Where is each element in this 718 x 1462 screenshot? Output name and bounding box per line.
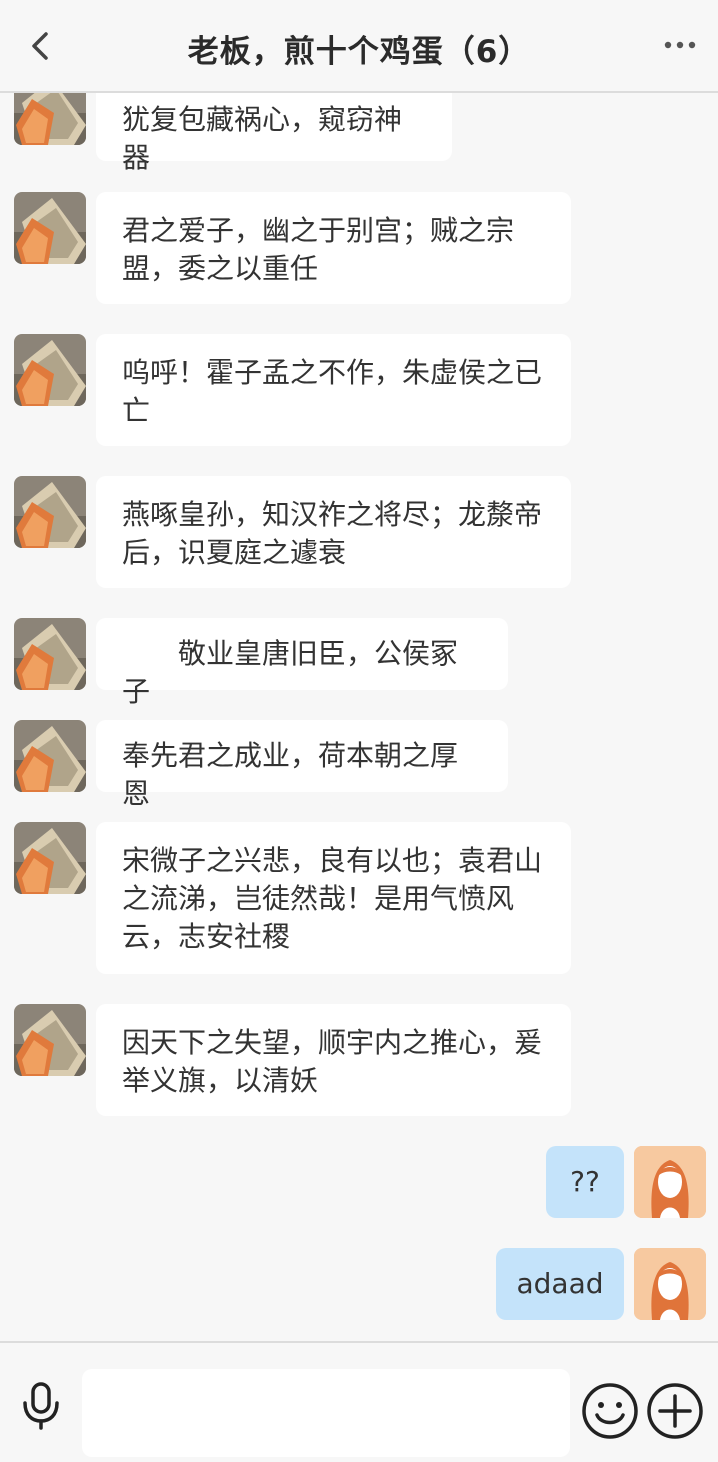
message-row: 燕啄皇孙，知汉祚之将尽；龙漦帝后，识夏庭之遽衰 [0,476,718,588]
message-bubble[interactable]: 燕啄皇孙，知汉祚之将尽；龙漦帝后，识夏庭之遽衰 [96,476,571,588]
message-bubble[interactable]: 奉先君之成业，荷本朝之厚恩 [96,720,508,810]
message-bubble[interactable]: 敬业皇唐旧臣，公侯冢子 [96,618,508,708]
more-actions-button[interactable] [645,1381,705,1441]
sender-photo [14,192,86,264]
message-row: 犹复包藏祸心，窥窃神器 [0,93,718,174]
sender-photo [14,1004,86,1076]
sender-photo [14,618,86,690]
avatar[interactable] [14,192,86,264]
plus-circle-icon [647,1383,703,1439]
message-bubble[interactable]: adaad [496,1248,624,1320]
avatar[interactable] [14,822,86,894]
sender-photo [14,93,86,145]
message-bubble[interactable]: 因天下之失望，顺宇内之推心，爰举义旗，以清妖 [96,1004,571,1116]
sender-photo [14,822,86,894]
message-bubble[interactable]: ?? [546,1146,624,1218]
avatar[interactable] [14,476,86,548]
message-row: 呜呼！霍子孟之不作，朱虚侯之已亡 [0,334,718,446]
message-row: 宋微子之兴悲，良有以也；袁君山之流涕，岂徒然哉！是用气愤风云，志安社稷 [0,822,718,974]
input-bar [0,1341,718,1462]
emoji-button[interactable] [580,1381,640,1441]
avatar[interactable] [14,93,86,145]
avatar[interactable] [634,1248,706,1320]
message-input[interactable] [82,1369,570,1457]
sender-photo [14,720,86,792]
more-button[interactable] [660,30,700,60]
message-bubble[interactable]: 宋微子之兴悲，良有以也；袁君山之流涕，岂徒然哉！是用气愤风云，志安社稷 [96,822,571,974]
message-row: 因天下之失望，顺宇内之推心，爰举义旗，以清妖 [0,1004,718,1116]
avatar[interactable] [14,1004,86,1076]
message-bubble[interactable]: 君之爱子，幽之于别宫；贼之宗盟，委之以重任 [96,192,571,304]
message-row: adaad [0,1248,718,1320]
message-row: 君之爱子，幽之于别宫；贼之宗盟，委之以重任 [0,192,718,304]
message-row: 敬业皇唐旧臣，公侯冢子 [0,618,718,708]
avatar[interactable] [14,720,86,792]
more-horizontal-icon [664,41,696,49]
avatar[interactable] [14,618,86,690]
user-avatar-icon [634,1248,706,1320]
sender-photo [14,476,86,548]
user-avatar-icon [634,1146,706,1218]
message-bubble[interactable]: 呜呼！霍子孟之不作，朱虚侯之已亡 [96,334,571,446]
chat-title: 老板，煎十个鸡蛋（6） [187,34,531,70]
message-row: 奉先君之成业，荷本朝之厚恩 [0,720,718,810]
voice-button[interactable] [20,1381,62,1431]
avatar[interactable] [14,334,86,406]
sender-photo [14,334,86,406]
chat-header: 老板，煎十个鸡蛋（6） [0,0,718,93]
message-list[interactable]: 犹复包藏祸心，窥窃神器 君之爱子，幽之于别宫；贼之宗盟，委之以重任 呜呼！霍子孟… [0,93,718,1341]
microphone-icon [23,1382,59,1430]
avatar[interactable] [634,1146,706,1218]
message-bubble[interactable]: 犹复包藏祸心，窥窃神器 [96,93,452,174]
smiley-icon [582,1383,638,1439]
message-row: ?? [0,1146,718,1218]
